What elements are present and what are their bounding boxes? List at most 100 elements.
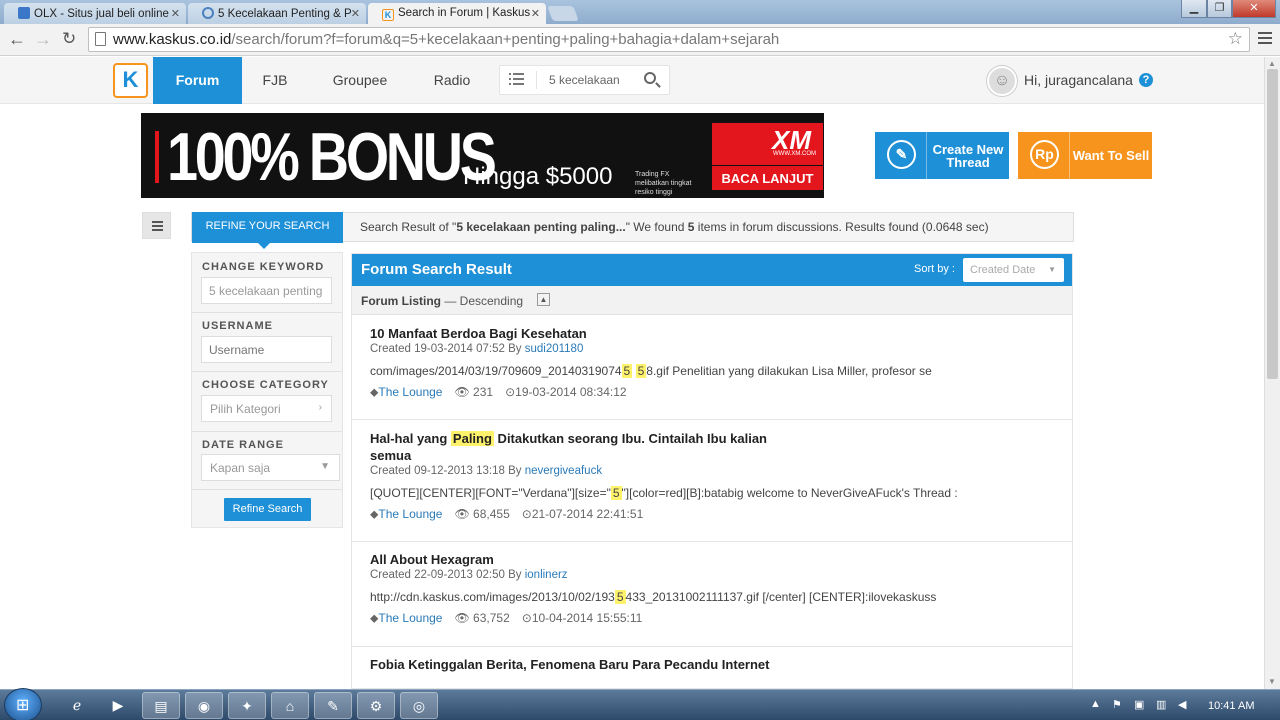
collapse-icon[interactable]: ▲ [537,293,550,306]
taskbar-clock[interactable]: 10:41 AM [1208,700,1254,712]
back-arrow-icon[interactable]: ← [8,30,26,48]
refine-search-button[interactable]: Refine Search [224,498,311,521]
username-input[interactable] [201,336,332,363]
tool-taskbar-icon[interactable]: ⚙ [357,692,395,719]
snippet-text: http://cdn.kaskus.com/images/2013/10/02/… [370,590,615,604]
volume-icon[interactable]: ◀ [1178,698,1186,711]
list-icon[interactable] [509,73,524,87]
minimize-icon[interactable]: ▁ [1181,0,1207,18]
search-input[interactable] [536,71,636,89]
snippet-text: 8.gif Penelitian yang dilakukan Lisa Mil… [646,364,932,378]
listing-bar: Forum Listing — Descending ▲ [352,286,1072,315]
start-button[interactable]: ⊞ [4,688,42,720]
browser-menu-icon[interactable] [1258,32,1272,44]
help-icon[interactable]: ? [1139,73,1153,87]
address-bar[interactable]: www.kaskus.co.id/search/forum?f=forum&q=… [88,27,1250,52]
scroll-up-icon[interactable]: ▲ [1268,59,1276,68]
category-value: Pilih Kategori [210,402,281,416]
user-avatar[interactable]: ☺ [987,66,1017,96]
result-title[interactable]: Hal-hal yang Paling Ditakutkan seorang I… [370,430,810,464]
tray-expand-icon[interactable]: ▲ [1090,698,1101,710]
result-summary: Search Result of "5 kecelakaan penting p… [360,220,989,234]
summary-mid: " We found [625,220,688,234]
category-link[interactable]: The Lounge [378,507,442,521]
banner-subline: Hingga $5000 [463,163,613,190]
created-text: Created 22-09-2013 02:50 By [370,569,525,581]
refine-search-tab[interactable]: REFINE YOUR SEARCH [192,212,343,249]
close-tab-icon[interactable]: ✕ [351,7,360,20]
result-meta: Created 19-03-2014 07:52 By sudi201180 [370,343,583,355]
close-tab-icon[interactable]: ✕ [171,7,180,20]
create-thread-button[interactable]: ✎ Create New Thread [875,132,1009,179]
search-icon[interactable] [644,72,656,84]
eye-icon: 👁 [454,611,474,625]
author-link[interactable]: ionlinerz [525,569,568,581]
close-window-icon[interactable]: ✕ [1232,0,1276,18]
category-select[interactable]: Pilih Kategori › [201,395,332,422]
browser-toolbar: ← → ↻ www.kaskus.co.id/search/forum?f=fo… [0,24,1280,56]
device-icon[interactable]: ▣ [1134,698,1144,711]
snippet-text: [QUOTE][CENTER][FONT="Verdana"][size=" [370,486,611,500]
keyword-label: CHANGE KEYWORD [202,261,325,273]
windows-logo-icon: ⊞ [16,697,30,714]
media-taskbar-icon[interactable]: ◎ [400,692,438,719]
chrome-taskbar-icon[interactable]: ◉ [185,692,223,719]
user-greeting[interactable]: Hi, juragancalana [1024,72,1133,88]
nav-forum[interactable]: Forum [153,57,242,104]
nav-fjb[interactable]: FJB [248,57,302,104]
kaskus-logo[interactable]: K [113,63,148,98]
network-icon[interactable]: ▥ [1156,698,1166,711]
close-tab-icon[interactable]: ✕ [531,7,540,20]
snippet-highlight: 5 [610,486,622,500]
banner-cta-button[interactable]: BACA LANJUT [712,165,823,190]
nav-radio[interactable]: Radio [420,57,484,104]
ie-taskbar-icon[interactable]: ℯ [58,692,96,719]
category-link[interactable]: The Lounge [378,611,442,625]
ad-banner[interactable]: 100% BONUS Hingga $5000 Trading FX melib… [141,113,824,198]
sort-select[interactable]: Created Date ▼ [963,258,1064,282]
chevron-down-icon: ▼ [320,461,330,472]
notes-taskbar-icon[interactable]: ✎ [314,692,352,719]
reload-icon[interactable]: ↻ [62,30,76,48]
page-scrollbar[interactable]: ▲ ▼ [1264,57,1280,689]
author-link[interactable]: sudi201180 [525,343,584,355]
browser-tab-kaskus-search[interactable]: K Search in Forum | Kaskus ✕ [368,3,546,24]
keyword-input[interactable] [201,277,332,304]
pencil-icon: ✎ [887,140,916,169]
flag-icon[interactable]: ⚑ [1112,698,1122,711]
browser-tab-kecelakaan[interactable]: 5 Kecelakaan Penting & P ✕ [188,3,366,24]
refine-sidebar: CHANGE KEYWORD USERNAME CHOOSE CATEGORY … [191,252,343,528]
result-title[interactable]: All About Hexagram [370,551,810,568]
result-title[interactable]: Fobia Ketinggalan Berita, Fenomena Baru … [370,656,770,673]
browser-tab-olx[interactable]: OLX - Situs jual beli online ✕ [4,3,186,24]
media-player-taskbar-icon[interactable]: ▶ [99,692,137,719]
maximize-icon[interactable]: ❐ [1207,0,1232,18]
date-value: Kapan saja [210,461,271,475]
explorer-taskbar-icon[interactable]: ▤ [142,692,180,719]
bookmark-star-icon[interactable]: ☆ [1228,29,1243,49]
nav-groupee[interactable]: Groupee [318,57,402,104]
snippet-highlight: 5 [635,364,647,378]
title-text: Hal-hal yang [370,431,451,446]
forward-arrow-icon[interactable]: → [34,30,52,48]
url-text[interactable]: www.kaskus.co.id/search/forum?f=forum&q=… [113,31,779,48]
list-view-toggle[interactable] [142,212,171,239]
app-taskbar-icon[interactable]: ✦ [228,692,266,719]
site-header: K Forum FJB Groupee Radio ☺ Hi, juraganc… [0,57,1264,104]
os-taskbar: ⊞ ℯ ▶ ▤ ◉ ✦ ⌂ ✎ ⚙ ◎ ▲ ⚑ ▣ ▥ ◀ 10:41 AM [0,688,1280,720]
search-results-panel: Forum Search Result Sort by : Created Da… [351,253,1073,689]
xm-url: WWW.XM.COM [773,151,816,157]
result-meta: Created 09-12-2013 13:18 By nevergiveafu… [370,465,602,477]
author-link[interactable]: nevergiveafuck [525,465,602,477]
banner-accent [155,131,159,183]
want-to-sell-button[interactable]: Rp Want To Sell [1018,132,1152,179]
new-tab-button[interactable] [547,6,579,21]
date-range-select[interactable]: Kapan saja ▼ [201,454,340,481]
category-link[interactable]: The Lounge [378,385,442,399]
scroll-down-icon[interactable]: ▼ [1268,677,1276,686]
summary-prefix: Search Result of " [360,220,457,234]
paint-taskbar-icon[interactable]: ⌂ [271,692,309,719]
scrollbar-thumb[interactable] [1267,69,1278,379]
result-title[interactable]: 10 Manfaat Berdoa Bagi Kesehatan [370,325,810,342]
keyword-section: CHANGE KEYWORD [192,253,342,313]
